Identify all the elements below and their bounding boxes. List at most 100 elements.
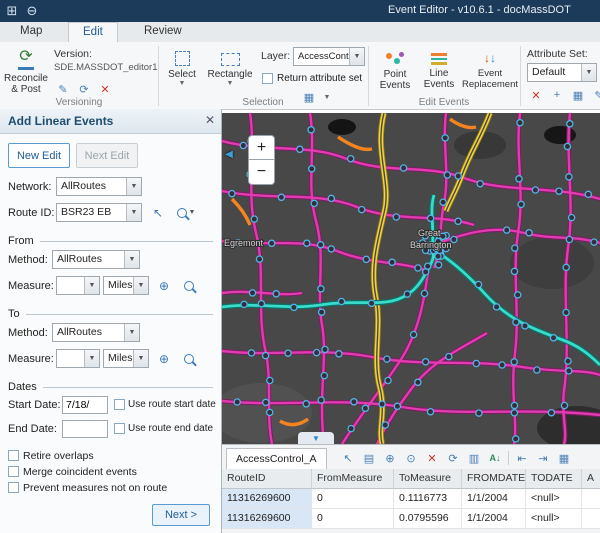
pick-to-measure-icon[interactable]: ⊕ (154, 349, 174, 368)
cell-todate[interactable]: <null> (526, 509, 582, 529)
pan-to-selection-icon[interactable]: ⊙ (401, 448, 421, 468)
close-panel-icon[interactable]: ✕ (205, 113, 215, 127)
pick-route-on-map-icon[interactable]: ↖ (148, 203, 168, 222)
cell-extra[interactable] (582, 489, 600, 509)
sort-icon[interactable]: A↓ (485, 448, 505, 468)
collapse-table-arrow[interactable]: ▼ (298, 432, 334, 444)
use-route-end-date-checkbox[interactable] (114, 423, 125, 434)
cell-fromdate[interactable]: 1/1/2004 (462, 509, 526, 529)
event-editor-app: ⊞ ⊖ Event Editor - v10.6.1 - docMassDOT … (0, 0, 600, 533)
export-table-icon[interactable]: ▦ (554, 448, 574, 468)
table-tab-accesscontrol[interactable]: AccessControl_A (226, 448, 327, 470)
from-method-dropdown[interactable]: AllRoutes ▼ (52, 250, 140, 269)
column-header-extra[interactable]: A (582, 469, 600, 489)
column-header-tomeasure[interactable]: ToMeasure (394, 469, 462, 489)
cell-fromdate[interactable]: 1/1/2004 (462, 489, 526, 509)
cell-frommeasure[interactable]: 0 (312, 509, 394, 529)
next-button[interactable]: Next > (152, 504, 210, 526)
to-measure-dropdown-value (57, 350, 84, 367)
collapse-panel-arrow[interactable]: ◀ (222, 139, 236, 169)
to-method-dropdown[interactable]: AllRoutes ▼ (52, 323, 140, 342)
event-replacement-button[interactable]: ↓↓ Event Replacement (462, 45, 518, 103)
from-measure-dropdown[interactable]: ▼ (56, 276, 100, 295)
layer-dropdown[interactable]: AccessControl_A ▼ (293, 47, 365, 66)
edit-version-icon[interactable]: ✎ (54, 80, 72, 98)
column-header-fromdate[interactable]: FROMDATE (462, 469, 526, 489)
column-header-todate[interactable]: TODATE (526, 469, 582, 489)
clear-selection-icon[interactable]: ✕ (422, 448, 442, 468)
version-label: Version: (54, 48, 92, 60)
last-record-icon[interactable]: ⇥ (533, 448, 553, 468)
retire-overlaps-checkbox[interactable] (8, 450, 19, 461)
map-container: Egremont Great Barrington + − ◀ ▼ (222, 113, 600, 444)
column-header-frommeasure[interactable]: FromMeasure (312, 469, 394, 489)
attribute-set-dropdown[interactable]: Default ▼ (527, 63, 597, 82)
start-date-input[interactable] (62, 396, 108, 414)
merge-coincident-events-label: Merge coincident events (23, 466, 137, 478)
column-header-routeid[interactable]: RouteID (222, 469, 312, 489)
to-measure-label: Measure: (8, 353, 54, 365)
reload-icon[interactable]: ⟳ (443, 448, 463, 468)
map-canvas[interactable]: Egremont Great Barrington (222, 113, 600, 444)
cell-routeid[interactable]: 11316269600 (222, 509, 312, 529)
from-unit-dropdown[interactable]: Miles ▼ (103, 276, 149, 295)
prevent-measures-checkbox[interactable] (8, 482, 19, 493)
end-date-input[interactable] (62, 420, 108, 438)
titlebar: ⊞ ⊖ Event Editor - v10.6.1 - docMassDOT (0, 0, 600, 22)
select-tool-icon[interactable]: ↖ (338, 448, 358, 468)
add-attribute-icon[interactable]: + (548, 86, 566, 104)
selection-group-label: Selection (158, 97, 368, 108)
show-selected-icon[interactable]: ▥ (464, 448, 484, 468)
app-grid-icon[interactable]: ⊞ (3, 2, 21, 20)
start-date-label: Start Date: (8, 399, 61, 411)
edit-attribute-icon[interactable]: ✎ (590, 86, 600, 104)
line-events-label-2: Events (424, 79, 455, 90)
point-events-button[interactable]: Point Events (374, 45, 416, 103)
zoom-out-button[interactable]: − (248, 160, 275, 185)
group-separator (520, 46, 521, 106)
tab-edit[interactable]: Edit (68, 22, 118, 44)
cell-tomeasure[interactable]: 0.0795596 (394, 509, 462, 529)
tab-review[interactable]: Review (130, 22, 196, 41)
cell-extra[interactable] (582, 509, 600, 529)
rectangle-button[interactable]: Rectangle ▼ (204, 45, 256, 103)
pick-from-measure-icon[interactable]: ⊕ (154, 276, 174, 295)
table-row[interactable]: 11316269600 0 0.1116773 1/1/2004 <null> (222, 489, 600, 509)
zoom-out-tool-icon[interactable]: ⊖ (23, 2, 41, 20)
merge-coincident-events-checkbox[interactable] (8, 466, 19, 477)
network-dropdown[interactable]: AllRoutes ▼ (56, 177, 142, 196)
first-record-icon[interactable]: ⇤ (512, 448, 532, 468)
route-id-dropdown-value: BSR23 EB (57, 204, 126, 221)
next-edit-button[interactable]: Next Edit (76, 143, 138, 168)
zoom-to-from-measure-icon[interactable] (179, 276, 199, 295)
line-events-button[interactable]: Line Events (419, 45, 459, 103)
use-route-start-date-checkbox[interactable] (114, 399, 125, 410)
table-toolbar: AccessControl_A ↖ ▤ ⊕ ⊙ ✕ ⟳ ▥ A↓ ⇤ ⇥ ▦ (222, 445, 600, 470)
refresh-version-icon[interactable]: ⟳ (75, 80, 93, 98)
tab-map[interactable]: Map (6, 22, 56, 41)
attributes-icon[interactable]: ▤ (359, 448, 379, 468)
zoom-in-button[interactable]: + (248, 135, 275, 160)
cell-todate[interactable]: <null> (526, 489, 582, 509)
to-measure-dropdown[interactable]: ▼ (56, 349, 100, 368)
table-row[interactable]: 11316269600 0 0.0795596 1/1/2004 <null> (222, 509, 600, 529)
zoom-to-selection-icon[interactable]: ⊕ (380, 448, 400, 468)
edit-events-group-label: Edit Events (368, 97, 520, 108)
zoom-to-to-measure-icon[interactable] (179, 349, 199, 368)
new-edit-button[interactable]: New Edit (8, 143, 70, 168)
reconcile-post-button[interactable]: ⟳ Reconcile & Post (2, 45, 50, 103)
delete-version-icon[interactable]: ✕ (96, 80, 114, 98)
use-route-start-date-label: Use route start date (128, 399, 216, 410)
select-button[interactable]: Select ▼ (163, 45, 201, 103)
clear-attributes-icon[interactable]: ✕ (527, 86, 545, 104)
cell-routeid[interactable]: 11316269600 (222, 489, 312, 509)
return-attribute-set-checkbox[interactable] (262, 73, 273, 84)
rectangle-dropdown-arrow: ▼ (227, 80, 234, 87)
cell-frommeasure[interactable]: 0 (312, 489, 394, 509)
zoom-to-route-icon[interactable]: ▼ (172, 203, 200, 222)
panel-title: Add Linear Events (8, 114, 113, 128)
to-unit-dropdown[interactable]: Miles ▼ (103, 349, 149, 368)
attribute-grid-icon[interactable]: ▦ (569, 86, 587, 104)
cell-tomeasure[interactable]: 0.1116773 (394, 489, 462, 509)
route-id-dropdown[interactable]: BSR23 EB ▼ (56, 203, 142, 222)
